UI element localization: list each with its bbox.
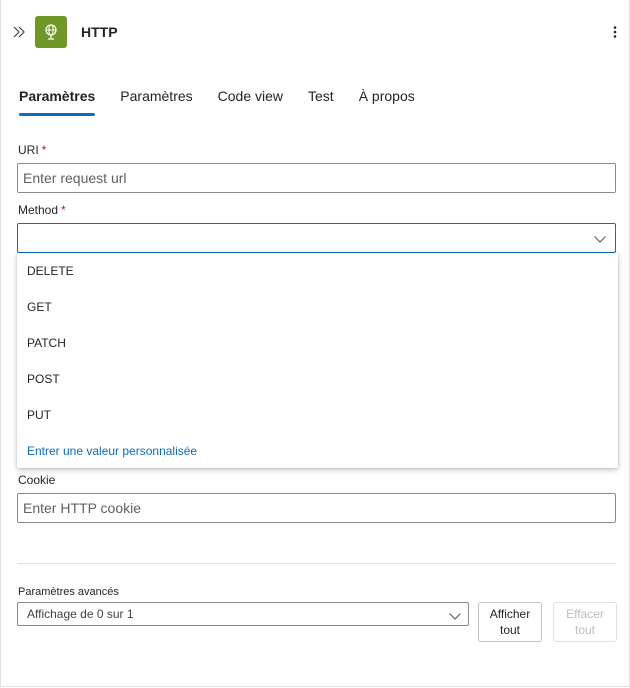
advanced-parameters-selected: Affichage de 0 sur 1 xyxy=(27,607,134,621)
method-option-custom-value[interactable]: Entrer une valeur personnalisée xyxy=(17,433,618,469)
cookie-label: Cookie xyxy=(18,473,56,487)
method-option-delete[interactable]: DELETE xyxy=(17,253,618,289)
uri-input[interactable] xyxy=(18,164,615,192)
method-option-put[interactable]: PUT xyxy=(17,397,618,433)
uri-label-text: URI xyxy=(18,143,39,157)
uri-label: URI * xyxy=(18,143,46,157)
method-option-post[interactable]: POST xyxy=(17,361,618,397)
tab-bar: Paramètres Paramètres Code view Test À p… xyxy=(19,86,440,118)
section-divider xyxy=(17,563,616,564)
panel-header: HTTP xyxy=(1,0,629,60)
advanced-parameters-select[interactable]: Affichage de 0 sur 1 xyxy=(17,602,469,626)
action-title: HTTP xyxy=(81,24,118,40)
method-required-mark: * xyxy=(61,203,66,217)
tab-settings[interactable]: Paramètres xyxy=(120,86,192,116)
tab-test[interactable]: Test xyxy=(308,86,334,116)
advanced-parameters-label: Paramètres avancés xyxy=(18,586,119,598)
cookie-input[interactable] xyxy=(18,494,615,522)
clear-all-button[interactable]: Effacer tout xyxy=(553,602,617,642)
method-label: Method * xyxy=(18,203,66,217)
chevron-down-icon[interactable] xyxy=(593,232,607,246)
chevron-down-icon[interactable] xyxy=(448,608,462,622)
method-label-text: Method xyxy=(18,203,59,217)
uri-required-mark: * xyxy=(41,143,47,157)
method-option-patch[interactable]: PATCH xyxy=(17,325,618,361)
uri-field[interactable] xyxy=(17,163,616,193)
method-dropdown-list: DELETE GET PATCH POST PUT Entrer une val… xyxy=(17,253,618,468)
http-action-panel: HTTP Paramètres Paramètres Code view Tes… xyxy=(0,0,630,687)
more-vertical-icon[interactable] xyxy=(607,24,623,40)
method-option-get[interactable]: GET xyxy=(17,289,618,325)
show-all-button[interactable]: Afficher tout xyxy=(478,602,542,642)
cookie-field[interactable] xyxy=(17,493,616,523)
double-chevron-right-icon[interactable] xyxy=(11,24,27,40)
tab-parameters[interactable]: Paramètres xyxy=(19,86,96,116)
tab-code-view[interactable]: Code view xyxy=(218,86,283,116)
globe-icon xyxy=(35,16,67,48)
tab-about[interactable]: À propos xyxy=(359,86,415,116)
method-select[interactable] xyxy=(17,223,616,253)
